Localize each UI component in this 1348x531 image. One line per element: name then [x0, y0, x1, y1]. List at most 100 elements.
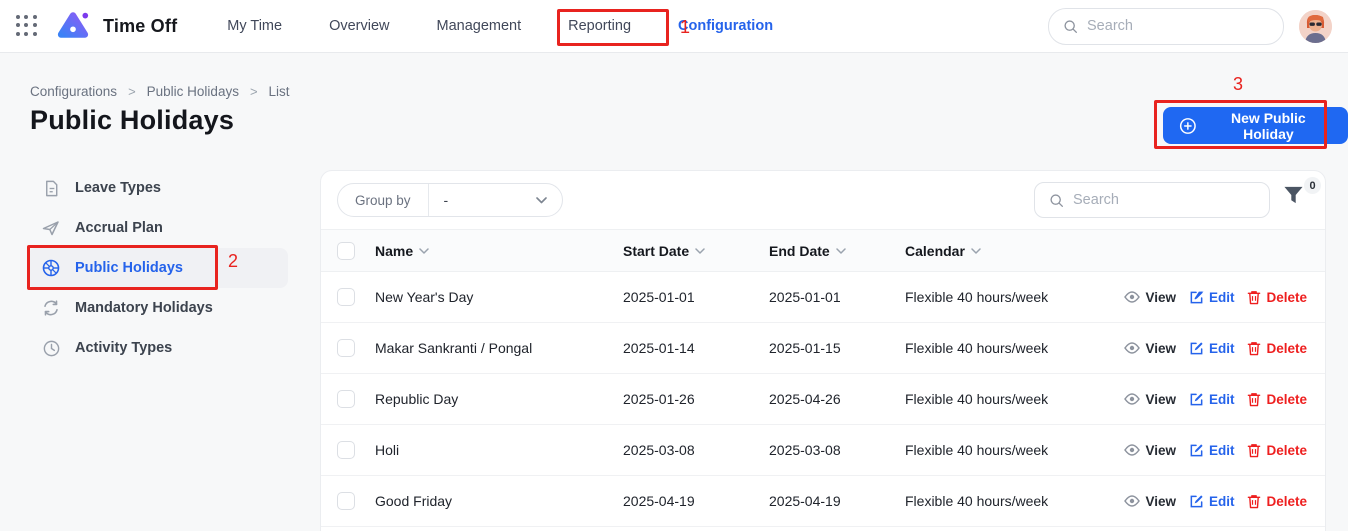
edit-button[interactable]: Edit [1189, 443, 1235, 458]
holiday-name: Good Friday [375, 493, 623, 509]
column-header-name[interactable]: Name [375, 243, 623, 259]
edit-pencil-icon [1189, 494, 1204, 509]
delete-button[interactable]: Delete [1247, 443, 1307, 458]
clock-icon [41, 338, 61, 358]
nav-configuration[interactable]: Configuration [678, 18, 773, 34]
nav-my-time[interactable]: My Time [227, 18, 282, 34]
row-checkbox[interactable] [337, 492, 355, 510]
delete-button[interactable]: Delete [1247, 392, 1307, 407]
column-header-end-date[interactable]: End Date [769, 243, 905, 259]
table-toolbar: Group by - 0 [321, 171, 1325, 229]
end-date: 2025-01-15 [769, 340, 905, 356]
start-date: 2025-01-14 [623, 340, 769, 356]
start-date: 2025-01-01 [623, 289, 769, 305]
view-button[interactable]: View [1124, 392, 1176, 407]
edit-pencil-icon [1189, 392, 1204, 407]
edit-button[interactable]: Edit [1189, 341, 1235, 356]
holiday-name: Holi [375, 442, 623, 458]
wheel-icon [41, 258, 61, 278]
trash-icon [1247, 341, 1261, 356]
edit-button[interactable]: Edit [1189, 494, 1235, 509]
table-search[interactable] [1034, 182, 1270, 218]
row-checkbox[interactable] [337, 390, 355, 408]
start-date: 2025-01-26 [623, 391, 769, 407]
delete-button[interactable]: Delete [1247, 290, 1307, 305]
filter-funnel-icon [1283, 185, 1304, 205]
row-checkbox[interactable] [337, 288, 355, 306]
end-date: 2025-03-08 [769, 442, 905, 458]
sort-chevron-icon [971, 248, 981, 254]
nav-management[interactable]: Management [437, 18, 522, 34]
global-search[interactable] [1048, 8, 1284, 45]
sidebar-item-activity-types[interactable]: Activity Types [28, 328, 288, 368]
trash-icon [1247, 494, 1261, 509]
plus-circle-icon [1179, 117, 1197, 135]
sync-icon [41, 298, 61, 318]
sort-chevron-icon [836, 248, 846, 254]
delete-button[interactable]: Delete [1247, 341, 1307, 356]
top-navbar: Time Off My Time Overview Management Rep… [0, 0, 1348, 53]
table-row: Holi 2025-03-08 2025-03-08 Flexible 40 h… [321, 425, 1325, 476]
chevron-down-icon [536, 197, 547, 204]
view-button[interactable]: View [1124, 443, 1176, 458]
nav-overview[interactable]: Overview [329, 18, 389, 34]
sidebar-item-mandatory-holidays[interactable]: Mandatory Holidays [28, 288, 288, 328]
breadcrumb-list[interactable]: List [269, 84, 290, 99]
holiday-name: Makar Sankranti / Pongal [375, 340, 623, 356]
eye-icon [1124, 393, 1140, 405]
chevron-right-icon: > [128, 84, 136, 99]
search-icon [1049, 192, 1064, 209]
group-by-control[interactable]: Group by - [337, 183, 563, 217]
app-logo-icon [56, 9, 90, 43]
sidebar-item-label: Mandatory Holidays [75, 300, 213, 316]
edit-button[interactable]: Edit [1189, 392, 1235, 407]
table-row: Republic Day 2025-01-26 2025-04-26 Flexi… [321, 374, 1325, 425]
calendar-value: Flexible 40 hours/week [905, 493, 1102, 509]
annotation-number-3: 3 [1233, 74, 1243, 95]
calendar-value: Flexible 40 hours/week [905, 289, 1102, 305]
row-checkbox[interactable] [337, 339, 355, 357]
nav-reporting[interactable]: Reporting [568, 18, 631, 34]
sidebar-item-label: Activity Types [75, 340, 172, 356]
sidebar-item-label: Public Holidays [75, 260, 183, 276]
new-public-holiday-button[interactable]: New Public Holiday [1163, 107, 1348, 144]
table-row: New Year's Day 2025-01-01 2025-01-01 Fle… [321, 272, 1325, 323]
holidays-card: Group by - 0 [320, 170, 1326, 531]
start-date: 2025-03-08 [623, 442, 769, 458]
document-icon [41, 178, 61, 198]
start-date: 2025-04-19 [623, 493, 769, 509]
table-row: Good Friday 2025-04-19 2025-04-19 Flexib… [321, 476, 1325, 527]
view-button[interactable]: View [1124, 494, 1176, 509]
calendar-value: Flexible 40 hours/week [905, 391, 1102, 407]
page: Time Off My Time Overview Management Rep… [0, 0, 1348, 531]
sidebar-item-public-holidays[interactable]: Public Holidays [28, 248, 288, 288]
eye-icon [1124, 444, 1140, 456]
group-by-value: - [444, 192, 449, 208]
app-grid-icon[interactable] [16, 15, 38, 37]
filter-button[interactable]: 0 [1283, 185, 1317, 215]
group-by-select[interactable]: - [429, 184, 562, 216]
column-header-calendar[interactable]: Calendar [905, 243, 1102, 259]
select-all-checkbox[interactable] [337, 242, 355, 260]
row-checkbox[interactable] [337, 441, 355, 459]
sidebar-item-accrual-plan[interactable]: Accrual Plan [28, 208, 288, 248]
end-date: 2025-01-01 [769, 289, 905, 305]
breadcrumb: Configurations > Public Holidays > List [30, 84, 290, 99]
delete-button[interactable]: Delete [1247, 494, 1307, 509]
holiday-name: Republic Day [375, 391, 623, 407]
edit-pencil-icon [1189, 443, 1204, 458]
global-search-input[interactable] [1087, 18, 1269, 34]
table-search-input[interactable] [1073, 192, 1255, 208]
edit-button[interactable]: Edit [1189, 290, 1235, 305]
breadcrumb-configurations[interactable]: Configurations [30, 84, 117, 99]
view-button[interactable]: View [1124, 290, 1176, 305]
sidebar-item-leave-types[interactable]: Leave Types [28, 168, 288, 208]
view-button[interactable]: View [1124, 341, 1176, 356]
calendar-value: Flexible 40 hours/week [905, 340, 1102, 356]
column-header-start-date[interactable]: Start Date [623, 243, 769, 259]
table-header-row: Name Start Date End Date Calendar [321, 229, 1325, 272]
eye-icon [1124, 291, 1140, 303]
breadcrumb-public-holidays[interactable]: Public Holidays [147, 84, 239, 99]
calendar-value: Flexible 40 hours/week [905, 442, 1102, 458]
user-avatar[interactable] [1299, 10, 1332, 43]
